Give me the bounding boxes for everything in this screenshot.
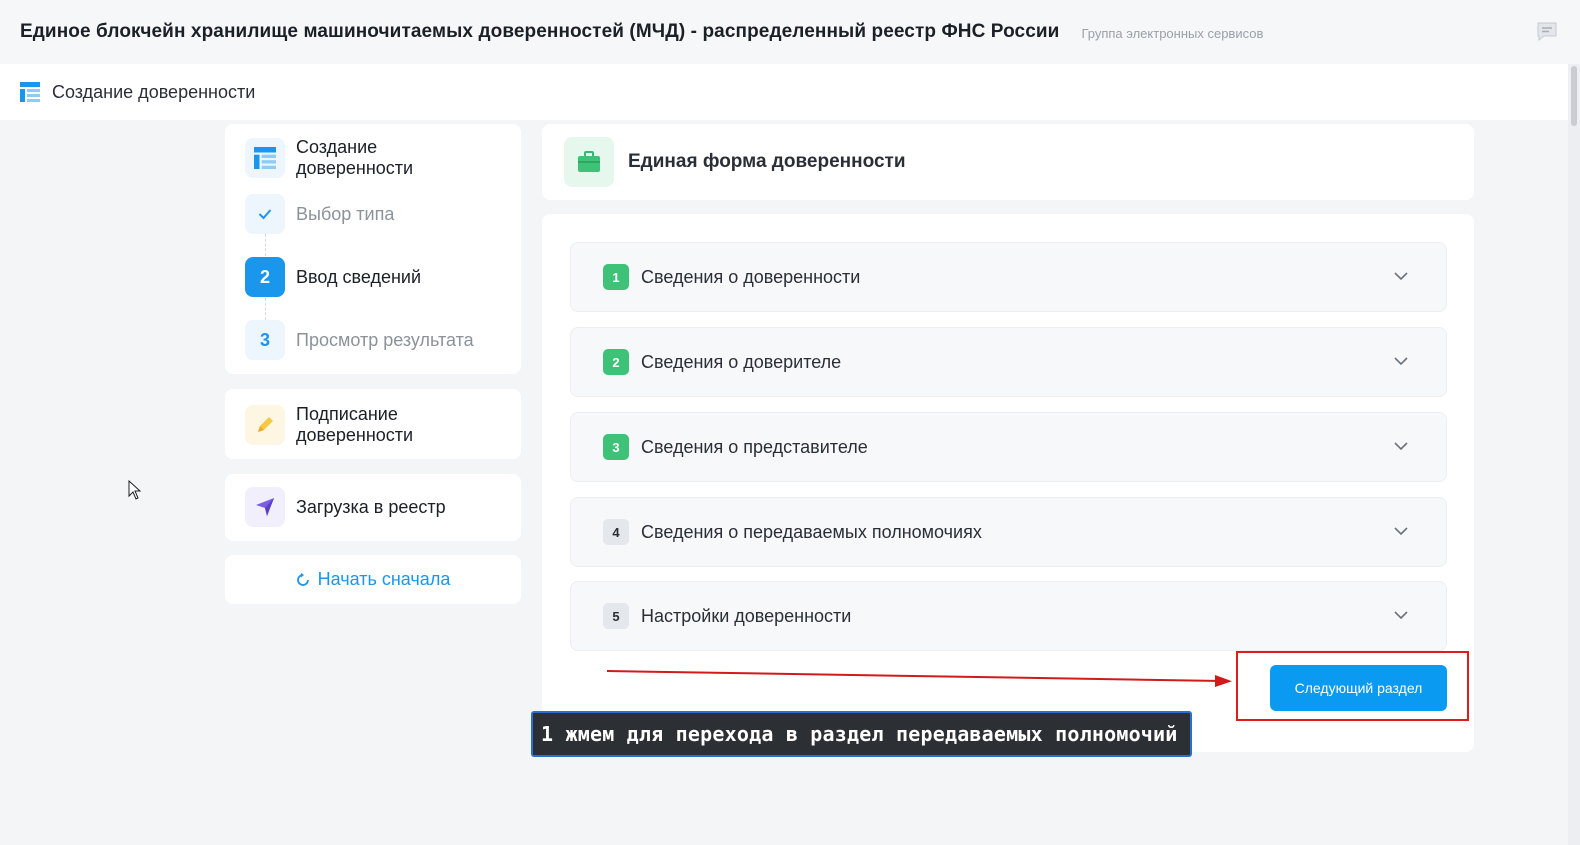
- document-form-icon: [245, 138, 285, 178]
- step-number: 2: [245, 257, 285, 297]
- section-number: 3: [603, 434, 629, 460]
- stage-upload-title: Загрузка в реестр: [296, 496, 446, 517]
- document-form-icon: [20, 82, 40, 102]
- section-powers[interactable]: 4 Сведения о передаваемых полномочиях: [570, 497, 1447, 567]
- step-connector: [265, 234, 266, 256]
- app-header: Единое блокчейн хранилище машиночитаемых…: [0, 0, 1580, 64]
- pen-icon: [245, 405, 285, 445]
- section-label: Сведения о доверителе: [641, 351, 842, 372]
- step-label: Просмотр результата: [296, 329, 474, 350]
- highlight-box: [1236, 651, 1469, 721]
- stage-upload: Загрузка в реестр: [245, 487, 446, 527]
- mouse-cursor-icon: [128, 480, 142, 500]
- section-number: 1: [603, 264, 629, 290]
- section-representative[interactable]: 3 Сведения о представителе: [570, 412, 1447, 482]
- checkmark-icon: [245, 194, 285, 234]
- stage-signing: Подписание доверенности: [245, 404, 446, 446]
- section-number: 2: [603, 349, 629, 375]
- chat-icon[interactable]: [1536, 22, 1558, 42]
- section-label: Сведения о представителе: [641, 436, 868, 457]
- stage-signing-title: Подписание доверенности: [296, 404, 414, 445]
- step-label: Ввод сведений: [296, 266, 422, 287]
- stage-creation-title: Создание доверенности: [296, 137, 414, 178]
- app-title: Единое блокчейн хранилище машиночитаемых…: [20, 21, 1060, 42]
- send-icon: [245, 487, 285, 527]
- step-choose-type[interactable]: Выбор типа: [245, 194, 394, 234]
- chevron-down-icon: [1394, 272, 1408, 281]
- refresh-icon: [296, 572, 309, 586]
- tutorial-caption: 1 жмем для перехода в раздел передаваемы…: [531, 711, 1192, 757]
- arrow-annotation: [606, 670, 1232, 687]
- chevron-down-icon: [1394, 442, 1408, 451]
- creation-steps-card: Создание доверенности Выбор типа 2 Ввод …: [225, 124, 521, 374]
- restart-button[interactable]: Начать сначала: [225, 555, 521, 604]
- step-connector: [265, 298, 266, 320]
- section-label: Сведения о передаваемых полномочиях: [641, 521, 982, 542]
- section-principal[interactable]: 2 Сведения о доверителе: [570, 327, 1447, 397]
- step-number: 3: [245, 320, 285, 360]
- restart-label: Начать сначала: [317, 569, 451, 589]
- section-settings[interactable]: 5 Настройки доверенности: [570, 581, 1447, 651]
- chevron-down-icon: [1394, 611, 1408, 620]
- briefcase-icon: [564, 137, 614, 187]
- page-title: Создание доверенности: [52, 81, 256, 102]
- upload-card[interactable]: Загрузка в реестр: [225, 474, 521, 541]
- step-preview[interactable]: 3 Просмотр результата: [245, 320, 474, 360]
- step-enter-data[interactable]: 2 Ввод сведений: [245, 257, 421, 297]
- stage-creation: Создание доверенности: [245, 137, 446, 179]
- section-power-of-attorney[interactable]: 1 Сведения о доверенности: [570, 242, 1447, 312]
- app-subtitle: Группа электронных сервисов: [1081, 25, 1264, 41]
- chevron-down-icon: [1394, 527, 1408, 536]
- page-scrollbar[interactable]: [1568, 64, 1580, 845]
- restart-card[interactable]: Начать сначала: [225, 555, 521, 604]
- form-header-card: Единая форма доверенности: [542, 124, 1474, 200]
- section-label: Настройки доверенности: [641, 605, 852, 626]
- step-label: Выбор типа: [296, 203, 395, 224]
- signing-card[interactable]: Подписание доверенности: [225, 389, 521, 459]
- page-header: Создание доверенности: [0, 64, 1568, 120]
- section-label: Сведения о доверенности: [641, 266, 861, 287]
- section-number: 4: [603, 519, 629, 545]
- section-number: 5: [603, 603, 629, 629]
- form-title: Единая форма доверенности: [628, 151, 906, 172]
- chevron-down-icon: [1394, 357, 1408, 366]
